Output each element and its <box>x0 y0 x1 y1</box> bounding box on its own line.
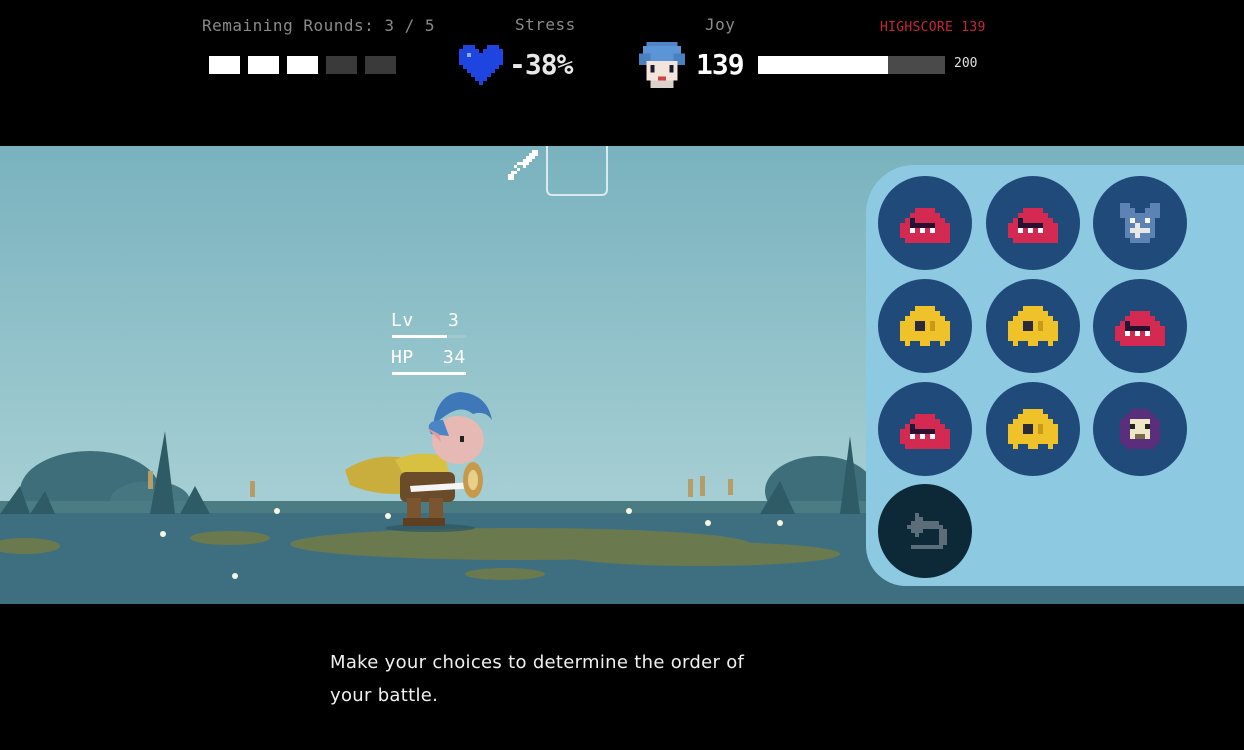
hero-hp-value: 34 <box>443 347 466 368</box>
enemy-choice-button[interactable] <box>986 279 1080 373</box>
sword-icon <box>508 150 538 180</box>
level-underline-alt <box>448 335 466 338</box>
hp-underline <box>392 372 466 375</box>
level-underline <box>392 335 447 338</box>
instruction-text: Make your choices to determine the order… <box>330 652 745 706</box>
enemy-choice-button[interactable] <box>878 176 972 270</box>
red-slime-monster-icon <box>900 414 950 449</box>
enemy-choice-button[interactable] <box>1093 279 1187 373</box>
joy-progress-fill <box>758 56 888 74</box>
hero-hp-label: HP <box>391 347 414 368</box>
round-pip <box>248 56 279 74</box>
top-hud: Remaining Rounds: 3 / 5 Stress -38% Joy … <box>0 0 1244 146</box>
enemy-selection-panel <box>866 165 1244 586</box>
battle-scene: Lv 3 HP 34 <box>0 146 1244 604</box>
purple-hooded-skull-monster-icon <box>1120 409 1160 449</box>
yellow-fish-monster-icon <box>1008 306 1058 346</box>
round-pip <box>326 56 357 74</box>
joy-progress-bar <box>758 56 945 74</box>
round-pip <box>365 56 396 74</box>
round-pip <box>209 56 240 74</box>
enemy-choice-button[interactable] <box>986 176 1080 270</box>
blue-bat-monster-icon <box>1120 203 1160 243</box>
remaining-rounds-label: Remaining Rounds: 3 / 5 <box>202 16 436 35</box>
joy-label: Joy <box>705 15 736 34</box>
blue-heart-icon <box>459 45 503 85</box>
hero-level-label: Lv <box>391 310 414 331</box>
action-order-slot[interactable] <box>546 146 608 196</box>
yellow-fish-monster-icon <box>1008 409 1058 449</box>
red-slime-monster-icon <box>1115 311 1165 346</box>
enemy-choice-button[interactable] <box>878 279 972 373</box>
yellow-fish-monster-icon <box>900 306 950 346</box>
hero-character <box>345 392 492 532</box>
undo-arrow-icon <box>907 513 947 549</box>
red-slime-monster-icon <box>900 208 950 243</box>
joy-max-value: 200 <box>954 56 978 71</box>
enemy-choice-button[interactable] <box>1093 382 1187 476</box>
enemy-choice-button[interactable] <box>986 382 1080 476</box>
round-indicator <box>209 56 396 74</box>
highscore-text: HIGHSCORE 139 <box>880 20 986 35</box>
hero-level-value: 3 <box>448 310 460 331</box>
round-pip <box>287 56 318 74</box>
hero-face-icon <box>639 42 685 88</box>
undo-button[interactable] <box>878 484 972 578</box>
stress-value: -38% <box>509 48 573 81</box>
red-slime-monster-icon <box>1008 208 1058 243</box>
joy-value: 139 <box>696 48 745 81</box>
enemy-choice-button[interactable] <box>1093 176 1187 270</box>
stress-label: Stress <box>515 15 576 34</box>
enemy-choice-button[interactable] <box>878 382 972 476</box>
